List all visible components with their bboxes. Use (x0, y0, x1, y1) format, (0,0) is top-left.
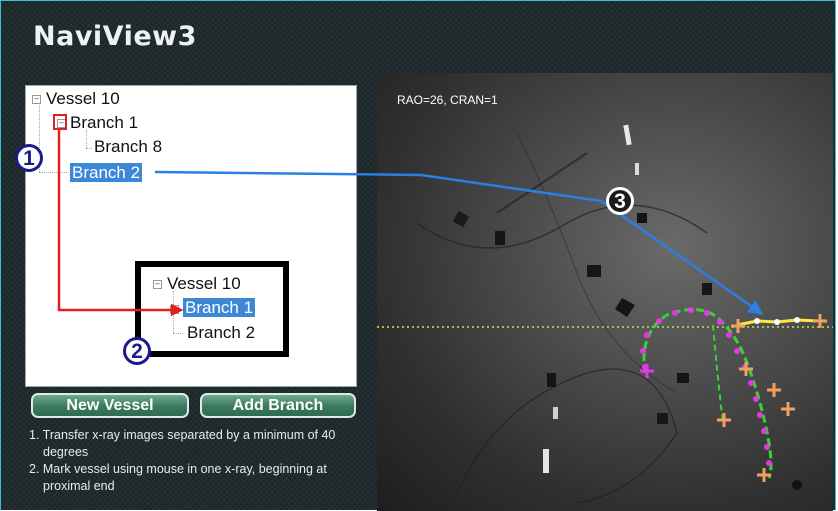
step-2-badge: 2 (123, 337, 151, 365)
tree-item-label: Branch 1 (183, 298, 256, 317)
tree-connector (173, 333, 183, 334)
tree-item-label: Branch 8 (94, 137, 163, 156)
step-1-highlight-box (53, 114, 67, 130)
guidewire (516, 132, 678, 394)
callout-item-vessel-10: Vessel 10 (165, 274, 243, 294)
add-branch-button[interactable]: Add Branch (200, 393, 356, 418)
app-window: NaviView3 − Vessel 10 − Branch 1 Branch … (0, 0, 836, 511)
marker-shape (495, 231, 505, 245)
instructions-list: 1. Transfer x-ray images separated by a … (29, 427, 369, 495)
marker-shape (657, 413, 668, 424)
marker-shape (587, 265, 601, 277)
tree-item-branch-1[interactable]: Branch 1 (68, 113, 140, 133)
marker-shape (615, 298, 635, 317)
marker-shape (792, 480, 802, 490)
tree-item-vessel-10[interactable]: Vessel 10 (44, 89, 122, 109)
tree-item-branch-2[interactable]: Branch 2 (70, 163, 143, 183)
step-1-badge: 1 (15, 144, 43, 172)
marker-shape (547, 373, 556, 387)
expand-icon: + (170, 305, 179, 314)
collapse-icon: − (153, 280, 162, 289)
tree-item-label: Branch 2 (187, 323, 256, 342)
tree-item-branch-8[interactable]: Branch 8 (92, 137, 164, 157)
tree-item-label: Vessel 10 (46, 89, 120, 108)
radiopaque-lead (553, 407, 558, 419)
xray-overlay (377, 124, 833, 504)
instruction-item: 1. Transfer x-ray images separated by a … (29, 428, 336, 459)
step-3-badge: 3 (606, 187, 634, 215)
callout-item-branch-2: Branch 2 (185, 323, 257, 343)
tree-item-label: Branch 1 (70, 113, 139, 132)
marker-shape (637, 213, 647, 223)
instruction-item: 2. Mark vessel using mouse in one x-ray,… (29, 462, 327, 493)
tree-connector (39, 172, 69, 173)
vessel-path (712, 324, 724, 424)
app-title: NaviView3 (33, 21, 197, 52)
catheter-shadow (496, 152, 588, 214)
callout-item-branch-1: Branch 1 (183, 298, 256, 318)
tree-callout: − Vessel 10 + Branch 1 Branch 2 (135, 261, 289, 357)
vessel-points (640, 307, 772, 466)
xray-viewer[interactable]: RAO=26, CRAN=1 (377, 73, 833, 511)
new-vessel-button[interactable]: New Vessel (31, 393, 189, 418)
radiopaque-lead (623, 124, 632, 146)
pacing-wire (456, 368, 678, 504)
tree-item-label: Branch 2 (70, 163, 143, 182)
radiopaque-lead (543, 449, 549, 473)
radiopaque-lead (635, 163, 639, 175)
marker-shape (702, 283, 712, 295)
vessel-path (642, 308, 773, 479)
marker-shape (677, 373, 689, 383)
tree-item-label: Vessel 10 (167, 274, 241, 293)
marker-shape (452, 210, 470, 228)
collapse-icon[interactable]: − (32, 95, 41, 104)
view-angle-label: RAO=26, CRAN=1 (397, 93, 498, 107)
pacing-wire (416, 204, 708, 249)
